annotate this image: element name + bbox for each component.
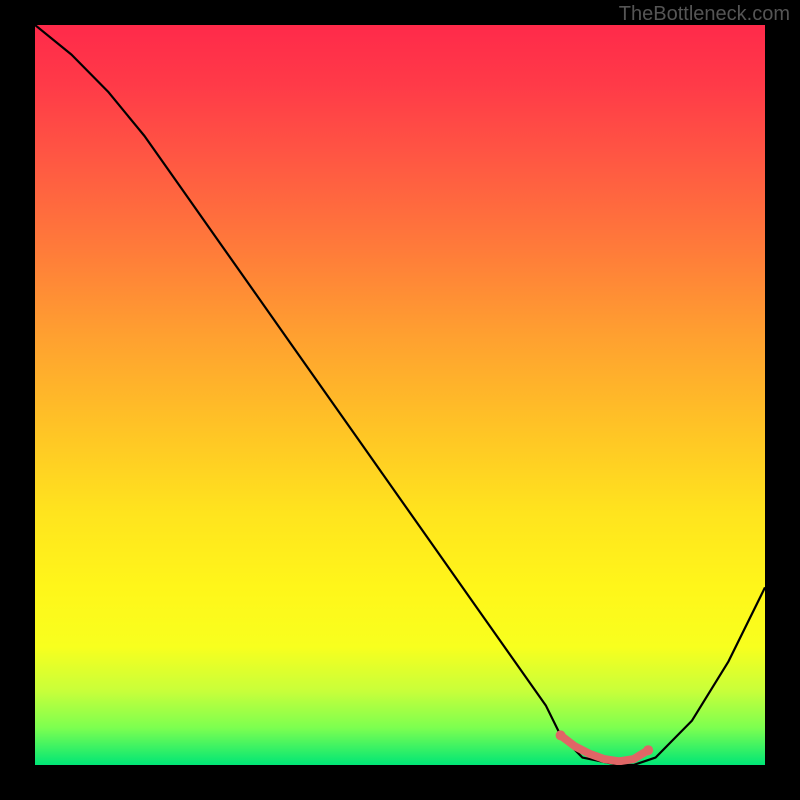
chart-container: TheBottleneck.com <box>0 0 800 800</box>
plot-background-gradient <box>35 25 765 765</box>
watermark-text: TheBottleneck.com <box>619 3 790 26</box>
